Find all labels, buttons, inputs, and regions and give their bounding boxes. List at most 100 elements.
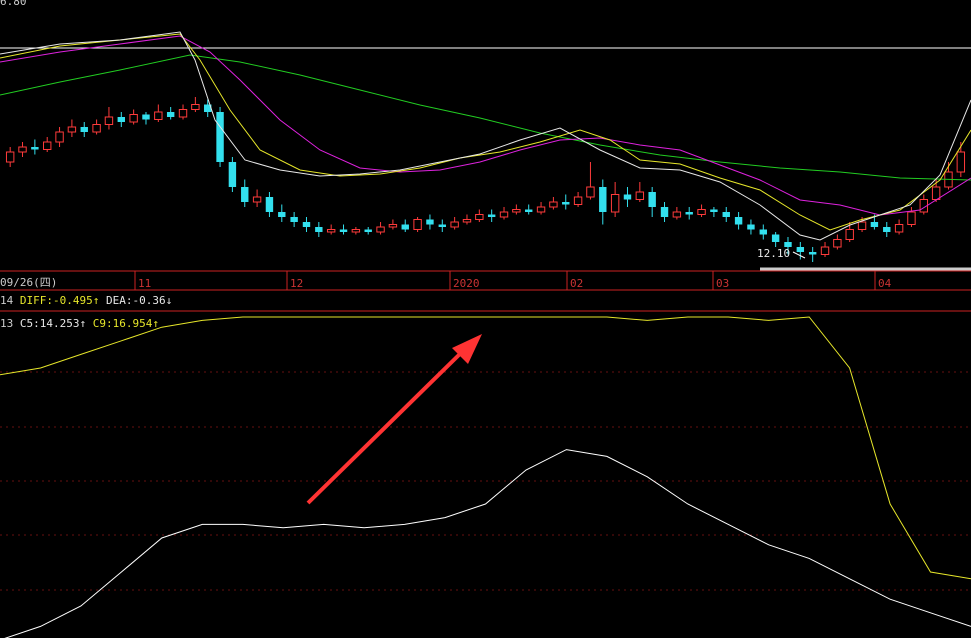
candle-body — [857, 221, 867, 230]
date-tick-04: 04 — [878, 277, 892, 290]
candle — [562, 194, 570, 210]
candle — [326, 224, 336, 235]
candle-body — [820, 246, 830, 255]
indicator-row: 13 C5:14.253↑ C9:16.954↑ — [0, 317, 159, 330]
top-value-label: 6.80 — [0, 0, 27, 8]
candle — [426, 214, 434, 230]
candle-body — [191, 104, 200, 110]
candle-body — [586, 186, 595, 198]
candle-body — [599, 187, 607, 212]
indicator-prefix: 13 — [0, 317, 14, 330]
candle-body — [401, 224, 409, 230]
candle-body — [18, 146, 27, 153]
candle-body — [302, 222, 311, 227]
ma-yellow-line — [0, 33, 971, 231]
candle-body — [796, 247, 805, 252]
candle-body — [771, 234, 780, 242]
candle-body — [499, 211, 509, 218]
candle — [759, 224, 767, 240]
candle — [228, 157, 237, 192]
candle — [117, 112, 125, 127]
candle-body — [610, 194, 620, 213]
candle — [536, 202, 546, 215]
date-tick-11: 11 — [138, 277, 152, 290]
candle-body — [623, 194, 632, 200]
candle — [265, 192, 274, 217]
candle-body — [67, 126, 77, 133]
annotation-arrow — [306, 334, 482, 505]
candle-body — [710, 209, 718, 212]
candle-body — [635, 191, 645, 200]
candle-body — [734, 217, 743, 225]
candle-body — [845, 229, 854, 240]
candle — [388, 219, 398, 230]
macd-prefix: 14 — [0, 294, 14, 307]
c9-arrow-icon: ↑ — [152, 317, 159, 330]
candle — [339, 224, 348, 235]
candle — [129, 109, 138, 125]
candle-body — [80, 127, 88, 132]
candle-body — [426, 219, 434, 225]
macd-row: 14 DIFF:-0.495↑ DEA:-0.36↓ — [0, 294, 172, 307]
candle — [278, 204, 286, 222]
candle-body — [364, 229, 372, 232]
c5-value: C5:14.253 — [19, 317, 80, 330]
candle — [43, 137, 52, 152]
c9-value: C9:16.954 — [92, 317, 153, 330]
candle — [67, 119, 77, 137]
candle — [573, 192, 583, 207]
candle — [499, 207, 509, 220]
dea-value: DEA:-0.36 — [105, 294, 166, 307]
candle — [635, 182, 645, 202]
candle — [722, 207, 730, 222]
candle — [166, 107, 175, 120]
candle — [586, 162, 595, 200]
candle-body — [536, 206, 546, 213]
candle-body — [326, 229, 336, 233]
candle-body — [376, 226, 385, 233]
low-annotation-label: 12.10 — [757, 247, 791, 260]
candle-body — [697, 209, 706, 215]
candle — [487, 209, 496, 222]
candle-body — [166, 112, 175, 117]
candle — [154, 104, 163, 122]
candle — [623, 187, 632, 207]
candle — [771, 232, 780, 247]
candle — [734, 212, 743, 230]
candle-body — [92, 124, 101, 133]
candle-body — [290, 217, 298, 222]
candle-body — [648, 192, 656, 207]
candle — [290, 212, 298, 227]
candle-body — [339, 229, 348, 232]
candle — [31, 139, 39, 155]
candle — [672, 207, 682, 220]
candle — [919, 194, 928, 215]
candle-body — [278, 212, 286, 217]
date-axis-first-label: 09/26(四) — [0, 276, 58, 289]
candle — [216, 107, 224, 167]
candle-body — [487, 214, 496, 217]
candle — [525, 204, 533, 215]
diff-arrow-icon: ↑ — [92, 294, 100, 307]
candle-body — [660, 207, 669, 217]
candle — [92, 119, 101, 135]
candle — [438, 219, 446, 232]
candle — [413, 217, 422, 232]
candle — [5, 147, 15, 167]
candle-body — [685, 212, 693, 215]
candle-body — [388, 224, 398, 228]
candle-body — [907, 211, 916, 225]
candle — [376, 222, 385, 235]
candle — [660, 202, 669, 222]
candle-body — [5, 151, 15, 163]
candle-body — [55, 131, 64, 143]
candle — [462, 214, 472, 225]
candle — [697, 204, 706, 217]
candle-body — [43, 141, 52, 150]
candle-body — [216, 112, 224, 162]
candle-body — [883, 227, 891, 232]
candle — [204, 99, 212, 117]
candle-body — [870, 222, 879, 227]
candle — [104, 107, 114, 130]
candle-body — [228, 162, 237, 187]
